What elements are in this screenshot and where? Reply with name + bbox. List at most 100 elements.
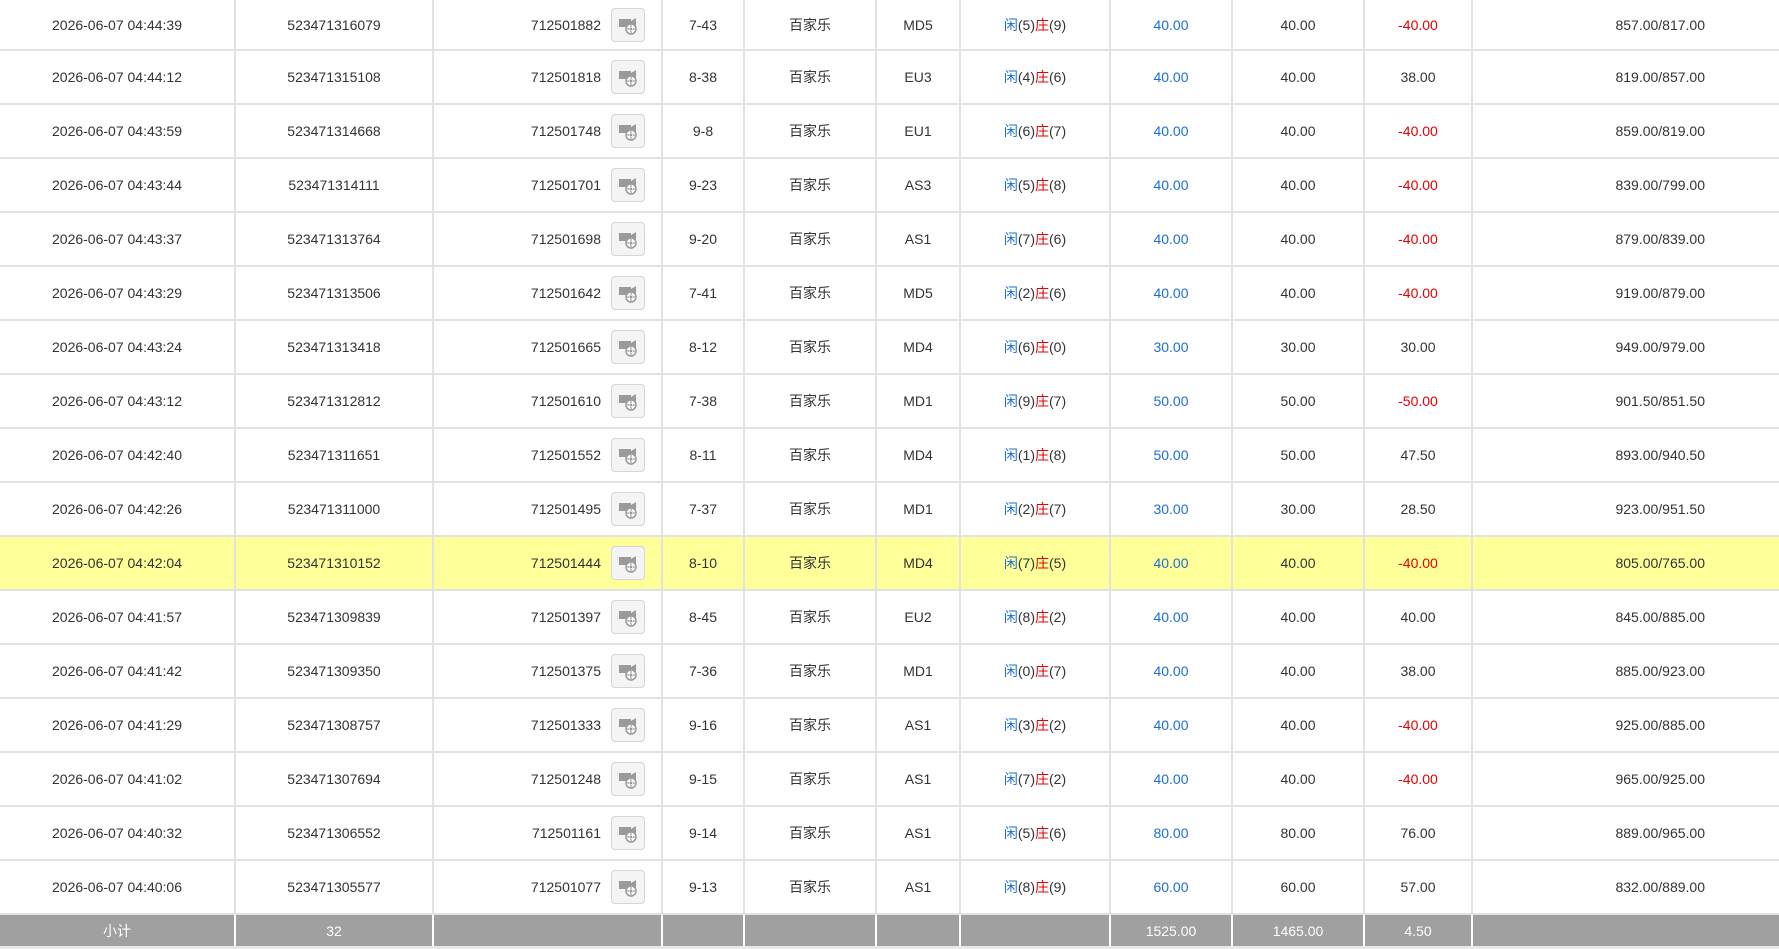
video-replay-button[interactable]	[611, 60, 645, 94]
bet-time: 2026-06-07 04:44:39	[0, 0, 236, 49]
bet-time: 2026-06-07 04:42:40	[0, 429, 236, 481]
player-label: 闲	[1003, 123, 1018, 139]
round-id-cell: 712501333	[434, 699, 663, 751]
video-replay-icon	[619, 286, 637, 303]
game-result: 闲 (7) 庄 (5)	[961, 537, 1111, 589]
game-name: 百家乐	[745, 321, 877, 373]
video-replay-icon	[619, 664, 637, 681]
bet-amount: 40.00	[1111, 159, 1233, 211]
player-points: (7)	[1017, 771, 1035, 787]
game-result: 闲 (8) 庄 (2)	[961, 591, 1111, 643]
balance-before-after: 889.00/965.00	[1615, 825, 1705, 841]
video-replay-button[interactable]	[611, 654, 645, 688]
banker-points: (7)	[1049, 393, 1067, 409]
win-loss: -40.00	[1365, 753, 1473, 805]
video-replay-button[interactable]	[611, 492, 645, 526]
banker-label: 庄	[1035, 555, 1049, 571]
order-id: 523471310152	[236, 537, 434, 589]
game-result: 闲 (5) 庄 (6)	[961, 807, 1111, 859]
balance-before-after: 949.00/979.00	[1615, 339, 1705, 355]
round-id-cell: 712501882	[434, 0, 663, 49]
order-id: 523471307694	[236, 753, 434, 805]
round-id-cell: 712501077	[434, 861, 663, 913]
banker-points: (6)	[1049, 231, 1067, 247]
player-points: (3)	[1017, 717, 1035, 733]
game-name: 百家乐	[745, 645, 877, 697]
bet-time: 2026-06-07 04:43:44	[0, 159, 236, 211]
video-replay-button[interactable]	[611, 7, 645, 42]
order-id: 523471314668	[236, 105, 434, 157]
balance-before-after: 832.00/889.00	[1615, 879, 1705, 895]
table-code: MD1	[877, 645, 961, 697]
player-points: (0)	[1017, 663, 1035, 679]
video-replay-button[interactable]	[611, 816, 645, 850]
valid-bet: 40.00	[1233, 105, 1365, 157]
video-replay-button[interactable]	[611, 114, 645, 148]
subtotal-empty-shoe	[663, 915, 745, 947]
video-replay-button[interactable]	[611, 438, 645, 472]
video-replay-button[interactable]	[611, 546, 645, 580]
bet-time: 2026-06-07 04:40:06	[0, 861, 236, 913]
table-code: AS3	[877, 159, 961, 211]
bet-amount: 60.00	[1111, 861, 1233, 913]
video-replay-button[interactable]	[611, 870, 645, 904]
bet-amount: 40.00	[1111, 105, 1233, 157]
player-label: 闲	[1003, 69, 1018, 85]
bet-amount: 40.00	[1111, 645, 1233, 697]
game-name: 百家乐	[745, 753, 877, 805]
player-label: 闲	[1003, 501, 1018, 517]
table-row: 2026-06-07 04:41:42 523471309350 7125013…	[0, 645, 1779, 699]
player-label: 闲	[1003, 447, 1018, 463]
video-replay-button[interactable]	[611, 276, 645, 310]
win-loss: 40.00	[1365, 591, 1473, 643]
round-id-cell: 712501701	[434, 159, 663, 211]
shoe-round: 9-14	[663, 807, 745, 859]
banker-label: 庄	[1035, 339, 1049, 355]
balance-before-after: 893.00/940.50	[1615, 447, 1705, 463]
shoe-round: 8-12	[663, 321, 745, 373]
balance-before-after: 919.00/879.00	[1615, 285, 1705, 301]
table-row: 2026-06-07 04:43:24 523471313418 7125016…	[0, 321, 1779, 375]
table-row: 2026-06-07 04:41:02 523471307694 7125012…	[0, 753, 1779, 807]
video-replay-icon	[619, 880, 637, 897]
game-result: 闲 (4) 庄 (6)	[961, 51, 1111, 103]
win-loss: 38.00	[1365, 51, 1473, 103]
table-code: MD4	[877, 429, 961, 481]
video-replay-button[interactable]	[611, 168, 645, 202]
game-result: 闲 (3) 庄 (2)	[961, 699, 1111, 751]
subtotal-empty-round	[434, 915, 663, 947]
table-row: 2026-06-07 04:40:32 523471306552 7125011…	[0, 807, 1779, 861]
table-body: 2026-06-07 04:44:39 523471316079 7125018…	[0, 0, 1779, 915]
table-row: 2026-06-07 04:44:12 523471315108 7125018…	[0, 51, 1779, 105]
video-replay-button[interactable]	[611, 600, 645, 634]
round-id: 712501552	[530, 447, 601, 463]
player-points: (8)	[1017, 879, 1035, 895]
game-result: 闲 (2) 庄 (7)	[961, 483, 1111, 535]
video-replay-button[interactable]	[611, 222, 645, 256]
player-points: (1)	[1017, 447, 1035, 463]
video-replay-button[interactable]	[611, 384, 645, 418]
player-points: (6)	[1017, 339, 1035, 355]
bet-amount: 40.00	[1111, 591, 1233, 643]
round-id: 712501698	[530, 231, 601, 247]
game-name: 百家乐	[745, 699, 877, 751]
balance-before-after: 819.00/857.00	[1615, 69, 1705, 85]
table-row: 2026-06-07 04:42:40 523471311651 7125015…	[0, 429, 1779, 483]
round-id-cell: 712501397	[434, 591, 663, 643]
order-id: 523471315108	[236, 51, 434, 103]
game-name: 百家乐	[745, 483, 877, 535]
player-label: 闲	[1003, 393, 1018, 409]
shoe-round: 7-36	[663, 645, 745, 697]
video-replay-icon	[619, 232, 637, 249]
video-replay-button[interactable]	[611, 708, 645, 742]
order-id: 523471311651	[236, 429, 434, 481]
table-code: MD1	[877, 483, 961, 535]
banker-points: (9)	[1049, 16, 1067, 33]
round-id-cell: 712501444	[434, 537, 663, 589]
game-name: 百家乐	[745, 591, 877, 643]
win-loss: 47.50	[1365, 429, 1473, 481]
video-replay-button[interactable]	[611, 330, 645, 364]
video-replay-button[interactable]	[611, 762, 645, 796]
game-name: 百家乐	[745, 105, 877, 157]
table-row: 2026-06-07 04:42:04 523471310152 7125014…	[0, 537, 1779, 591]
